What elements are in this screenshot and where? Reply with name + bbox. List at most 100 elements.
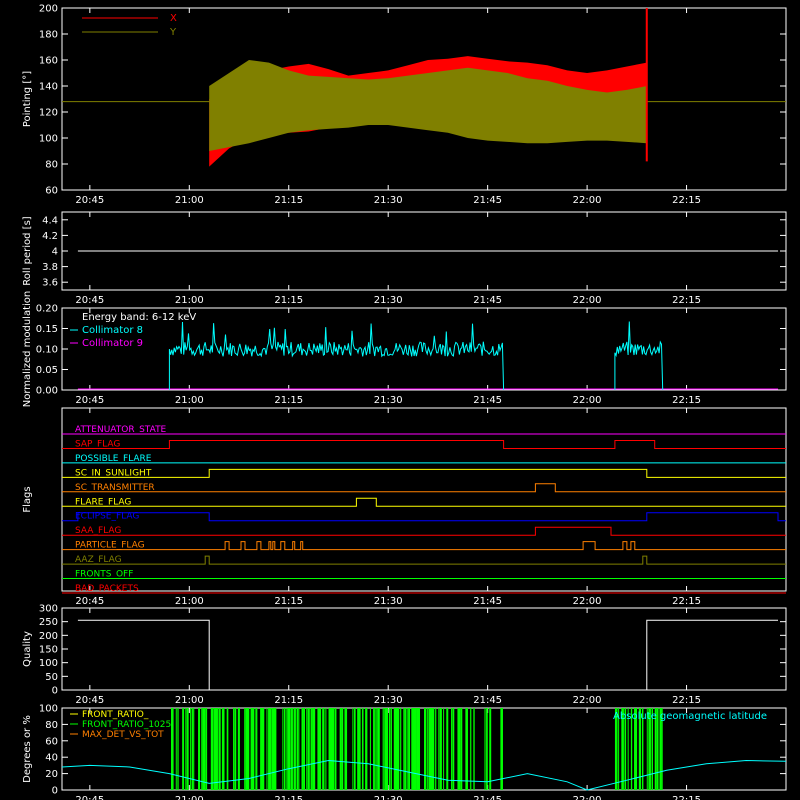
flags-xtick-label: 21:30 [374, 596, 403, 607]
ratios-ytick-label: 40 [45, 753, 58, 764]
quality-ytick-label: 250 [39, 617, 58, 628]
front-ratio-bar [374, 708, 376, 790]
flag-label-sc_in_sunlight: SC_IN_SUNLIGHT [75, 468, 152, 478]
front-ratio-bar [217, 708, 219, 790]
front-ratio-bar [382, 708, 384, 790]
front-ratio-bar [269, 708, 272, 790]
ratios-xtick-label: 21:15 [274, 795, 303, 800]
front-ratio-bar [400, 708, 402, 790]
front-ratio-bar [301, 708, 304, 790]
pointing-panel: Pointing [°] 20:45 21:00 21:15 21:30 21:45 22:… [22, 4, 787, 206]
pointing-xtick-label: 21:30 [374, 195, 403, 206]
front-ratio-bar [285, 708, 287, 790]
roll-xtick-label: 21:15 [274, 295, 303, 306]
front-ratio-bar [388, 708, 391, 790]
roll-ytick-label: 4.2 [42, 231, 58, 242]
front-ratio-bar [175, 708, 177, 790]
legend-label-Collimator 8: Collimator 8 [82, 325, 143, 336]
front-ratio-bar [226, 708, 229, 790]
modulation-xtick-label: 21:45 [473, 395, 502, 406]
pointing-ytick-label: 200 [39, 4, 58, 15]
legend-label-Y: Y [169, 27, 177, 38]
front-ratio-bar [221, 708, 224, 790]
front-ratio-bar [395, 708, 398, 790]
front-ratio-bar [193, 708, 195, 790]
front-ratio-bar [373, 708, 375, 790]
flag-line-aaz_flag [62, 555, 786, 565]
modulation-ytick-label: 0.15 [36, 324, 58, 335]
front-ratio-bar [177, 708, 179, 790]
pointing-xtick-label: 21:15 [274, 195, 303, 206]
front-ratio-bar [206, 708, 208, 790]
front-ratio-bar [204, 708, 206, 790]
front-ratio-bar [486, 708, 488, 790]
quality-xtick-label: 21:30 [374, 695, 403, 706]
pointing-xtick-label: 21:00 [175, 195, 204, 206]
front-ratio-bar [283, 708, 286, 790]
flags-frame [61, 407, 787, 592]
geomagnetic-latitude-annotation: Absolute geomagnetic latitude [613, 711, 767, 722]
front-ratio-bar [403, 708, 405, 790]
ratios-xtick-label: 21:00 [175, 795, 204, 800]
front-ratio-bar [451, 708, 453, 790]
front-ratio-bar [406, 708, 408, 790]
pointing-ytick-label: 120 [39, 108, 58, 119]
flags-xtick-label: 22:00 [573, 596, 602, 607]
front-ratio-bar [452, 708, 455, 790]
front-ratio-bar [309, 708, 311, 790]
quality-line [77, 619, 778, 691]
quality-panel: Quality 20:45 21:00 21:15 21:30 21:45 22:00 22:… [22, 604, 787, 706]
legend-label-Collimator 9: Collimator 9 [82, 338, 143, 349]
quality-xtick-label: 21:15 [274, 695, 303, 706]
front-ratio-bar [191, 708, 194, 790]
pointing-ytick-label: 160 [39, 56, 58, 67]
roll-ytick-label: 4 [52, 247, 58, 258]
flags-panel: Flags 20:45 21:00 21:15 21:30 21:45 22:00 22:15… [22, 407, 787, 607]
flag-line-particle_flag [62, 541, 786, 551]
front-ratio-bar [417, 708, 421, 790]
modulation-ylabel: Normalized modulation [22, 291, 33, 408]
front-ratio-bar [473, 708, 475, 790]
pointing-xtick-label: 22:15 [672, 195, 701, 206]
flag-line-sc_in_sunlight [62, 468, 786, 478]
ratios-ytick-label: 60 [45, 736, 58, 747]
flag-line-sap_flag [62, 440, 786, 449]
front-ratio-bar [396, 708, 400, 790]
modulation-xtick-label: 20:45 [75, 395, 104, 406]
front-ratio-bar [358, 708, 361, 790]
ratios-ytick-label: 0 [52, 786, 58, 797]
front-ratio-bar [306, 708, 308, 790]
roll-xtick-label: 20:45 [75, 295, 104, 306]
modulation-ytick-label: 0.10 [36, 345, 58, 356]
front-ratio-bar [439, 708, 442, 790]
front-ratio-bar [274, 708, 277, 790]
quality-xtick-label: 22:15 [672, 695, 701, 706]
flag-line-sc_transmitter [62, 483, 786, 493]
front-ratio-bar [377, 708, 380, 790]
flag-label-eclipse_flag: ECLIPSE_FLAG [75, 512, 139, 522]
front-ratio-bar [201, 708, 203, 790]
flag-label-attenuator_state: ATTENUATOR_STATE [75, 425, 167, 435]
modulation-xtick-label: 21:00 [175, 395, 204, 406]
ratios-panel: Degrees or % 20:45 21:00 21:15 21:30 21:45 22:… [22, 704, 787, 800]
front-ratio-bar [427, 708, 429, 790]
series-collimator-8-segment [614, 321, 664, 391]
front-ratio-bar [334, 708, 337, 790]
front-ratio-bar [390, 708, 392, 790]
pointing-xtick-label: 21:45 [473, 195, 502, 206]
flag-label-aaz_flag: AAZ_FLAG [75, 555, 122, 565]
flag-line-flare_flag [62, 497, 786, 507]
roll-ylabel: Roll period [s] [22, 216, 33, 285]
quality-xtick-label: 21:00 [175, 695, 204, 706]
front-ratio-bar [438, 708, 440, 790]
front-ratio-bar [385, 708, 389, 790]
front-ratio-bar [234, 708, 237, 790]
front-ratio-bar [353, 708, 356, 790]
front-ratio-bar [369, 708, 371, 790]
ratios-ylabel: Degrees or % [22, 715, 33, 783]
pointing-ytick-label: 60 [45, 186, 58, 197]
quality-ytick-label: 300 [39, 604, 58, 615]
flag-label-sc_transmitter: SC_TRANSMITTER [75, 483, 155, 493]
front-ratio-bar [414, 708, 417, 790]
front-ratio-bar [314, 708, 316, 790]
